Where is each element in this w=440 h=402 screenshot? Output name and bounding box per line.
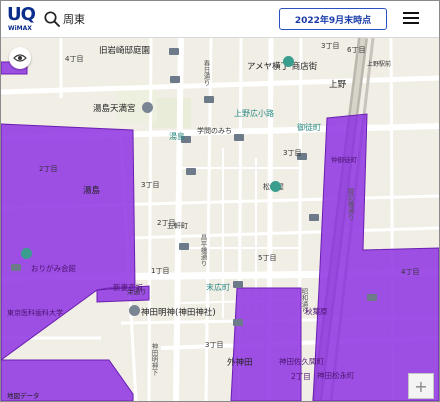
- label-gakumon: 学問のみち: [197, 127, 232, 135]
- search-icon[interactable]: [43, 10, 61, 28]
- label-4chome-r: 4丁目: [401, 268, 420, 276]
- label-3chome-b: 3丁目: [205, 341, 224, 349]
- label-kanda-matsunaga: 神田松永町: [317, 371, 355, 380]
- map-attribution: 地図データ: [7, 392, 40, 400]
- label-suehirocho[interactable]: 末広町: [206, 282, 230, 293]
- label-kanda-sakuma: 神田佐久間町: [279, 357, 324, 366]
- label-6chome: 6丁目: [347, 46, 366, 54]
- label-3chome-top: 3丁目: [321, 42, 340, 50]
- label-ueno-hirokoji[interactable]: 上野広小路: [234, 108, 274, 119]
- label-gokai: 五軒町: [167, 222, 188, 230]
- label-okachimachi-dori: 昌平橋通り: [199, 234, 207, 267]
- label-3chome-left: 3丁目: [141, 181, 160, 189]
- logo-text: UQ: [7, 4, 36, 25]
- museum-pin-icon[interactable]: [21, 248, 32, 259]
- label-nakaokachimachi[interactable]: 仲御徒町: [331, 154, 357, 164]
- label-ueno-ekimae: 上野駅前: [367, 61, 392, 68]
- shrine-pin-icon[interactable]: [142, 102, 153, 113]
- label-akiba[interactable]: 秋葉原: [305, 306, 328, 317]
- eye-icon[interactable]: [9, 47, 31, 69]
- label-tokyo-ikashika[interactable]: 東京医科歯科大学: [7, 308, 63, 318]
- uq-logo[interactable]: UQ WiMAX: [5, 4, 37, 34]
- label-shinmyo: 新妻恋坂: [113, 283, 143, 292]
- label-kyuiwasaki[interactable]: 旧岩崎邸庭園: [99, 44, 150, 56]
- date-button[interactable]: 2022年9月末時点: [279, 8, 387, 30]
- label-kanda-myojin-shita: 神田明神下: [150, 343, 158, 376]
- app-frame: UQ WiMAX 周東 2022年9月末時点 旧岩崎邸庭園 4丁目 3丁目 6丁…: [0, 0, 440, 402]
- label-origami[interactable]: おりがみ会館: [31, 263, 76, 274]
- map-view[interactable]: 旧岩崎邸庭園 4丁目 3丁目 6丁目 アメヤ横丁 商店街 上野 上野駅前 春日通…: [1, 38, 439, 401]
- department-store-pin-icon[interactable]: [270, 181, 281, 192]
- label-okachimachi[interactable]: 御徒町: [297, 122, 321, 133]
- label-yushima-area: 湯島: [83, 186, 101, 196]
- label-2chome-b: 2丁目: [291, 372, 311, 381]
- label-yushima-tenmangu[interactable]: 湯島天満宮: [93, 102, 136, 114]
- zoom-in-button[interactable]: +: [408, 373, 434, 399]
- label-sotokanda: 外神田: [227, 358, 253, 368]
- hamburger-menu-icon[interactable]: [403, 12, 419, 24]
- label-5chome: 5丁目: [258, 254, 277, 262]
- label-2chome-left: 2丁目: [39, 165, 58, 173]
- label-3chome-mid: 3丁目: [283, 149, 302, 157]
- label-kiyosu: 蔵前橋通り: [346, 188, 354, 221]
- label-4chome-tl: 4丁目: [65, 55, 84, 63]
- eye-glyph-icon: [13, 54, 27, 62]
- top-bar: UQ WiMAX 周東 2022年9月末時点: [1, 1, 439, 38]
- logo-subtext: WiMAX: [8, 25, 32, 32]
- label-kanda-myojin[interactable]: 神田明神(神田神社): [141, 306, 216, 318]
- shrine-pin-2-icon[interactable]: [129, 305, 140, 316]
- label-yushima-station[interactable]: 湯島: [169, 131, 185, 142]
- search-input[interactable]: 周東: [63, 11, 85, 27]
- label-kasuga: 春日通り: [202, 60, 210, 86]
- label-1chome-l: 1丁目: [151, 267, 170, 275]
- label-ueno[interactable]: 上野: [329, 78, 346, 90]
- shopping-pin-icon[interactable]: [283, 56, 294, 67]
